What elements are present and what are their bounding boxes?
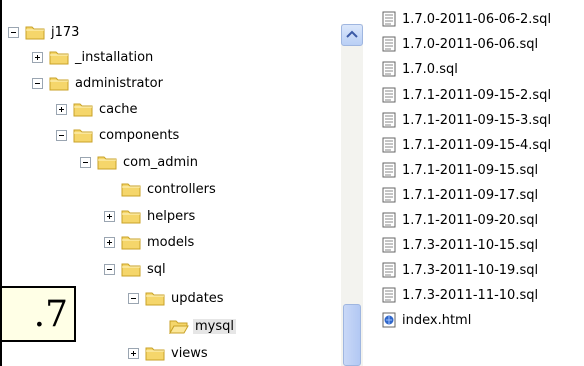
tree-item-label: com_admin: [123, 154, 198, 170]
file-name: 1.7.3-2011-11-10.sql: [402, 287, 539, 303]
list-item[interactable]: 1.7.3-2011-11-10.sql: [382, 284, 538, 306]
tree-item-com-admin[interactable]: com_admin: [80, 150, 200, 174]
text-file-icon: [382, 36, 396, 52]
folder-icon: [121, 183, 141, 197]
collapse-icon[interactable]: [56, 129, 67, 141]
expand-icon[interactable]: [32, 51, 43, 63]
tree-item-cache[interactable]: cache: [56, 97, 140, 121]
tree-item-views[interactable]: views: [128, 341, 210, 365]
text-file-icon: [382, 287, 396, 303]
folder-icon: [145, 292, 165, 306]
tree-item-controllers[interactable]: controllers: [104, 177, 218, 201]
list-item[interactable]: 1.7.0-2011-06-06.sql: [382, 33, 538, 55]
file-name: index.html: [402, 312, 472, 328]
tree-item-updates[interactable]: updates: [128, 286, 226, 310]
chevron-up-icon: [346, 30, 358, 38]
list-item[interactable]: 1.7.3-2011-10-15.sql: [382, 234, 538, 256]
expand-icon[interactable]: [128, 347, 139, 359]
file-name: 1.7.1-2011-09-15-2.sql: [402, 87, 552, 103]
tree-item-label: sql: [147, 261, 166, 277]
tree-item-label: controllers: [147, 181, 216, 197]
folder-icon: [49, 77, 69, 91]
tree-item-installation[interactable]: _installation: [32, 45, 155, 69]
folder-icon: [145, 347, 165, 361]
list-item[interactable]: 1.7.1-2011-09-20.sql: [382, 209, 538, 231]
text-file-icon: [382, 162, 396, 178]
tree-item-helpers[interactable]: helpers: [104, 204, 197, 228]
file-list: 1.7.0-2011-06-06-2.sql 1.7.0-2011-06-06.…: [364, 0, 584, 366]
version-text: .7: [33, 293, 68, 335]
collapse-icon[interactable]: [128, 292, 139, 304]
file-name: 1.7.0.sql: [402, 61, 458, 77]
text-file-icon: [382, 212, 396, 228]
tree-item-label: helpers: [147, 208, 196, 224]
list-item[interactable]: 1.7.1-2011-09-15.sql: [382, 159, 538, 181]
file-name: 1.7.1-2011-09-20.sql: [402, 212, 539, 228]
open-folder-icon: [169, 320, 189, 334]
text-file-icon: [382, 262, 396, 278]
tree-item-components[interactable]: components: [56, 123, 181, 147]
list-item[interactable]: 1.7.1-2011-09-15-2.sql: [382, 84, 551, 106]
folder-icon: [121, 263, 141, 277]
tree-item-j173[interactable]: j173: [8, 20, 81, 44]
tree-item-administrator[interactable]: administrator: [32, 71, 165, 95]
folder-icon: [97, 156, 117, 170]
file-name: 1.7.0-2011-06-06-2.sql: [402, 11, 552, 27]
list-item[interactable]: 1.7.1-2011-09-15-3.sql: [382, 109, 551, 131]
list-item[interactable]: 1.7.1-2011-09-15-4.sql: [382, 134, 551, 156]
collapse-icon[interactable]: [8, 26, 19, 38]
version-label: .7: [0, 286, 76, 342]
expand-icon[interactable]: [104, 210, 115, 222]
tree-item-label: models: [147, 234, 195, 250]
folder-icon: [73, 129, 93, 143]
file-name: 1.7.1-2011-09-17.sql: [402, 187, 539, 203]
folder-icon: [121, 210, 141, 224]
list-item[interactable]: 1.7.1-2011-09-17.sql: [382, 184, 538, 206]
folder-icon: [73, 103, 93, 117]
scroll-up-button[interactable]: [341, 24, 363, 46]
collapse-icon[interactable]: [32, 77, 43, 89]
list-item[interactable]: 1.7.0.sql: [382, 58, 458, 80]
html-file-icon: [382, 312, 396, 328]
collapse-icon[interactable]: [80, 156, 91, 168]
scroll-thumb[interactable]: [343, 304, 361, 366]
folder-icon: [49, 51, 69, 65]
file-name: 1.7.0-2011-06-06.sql: [402, 36, 539, 52]
text-file-icon: [382, 112, 396, 128]
tree-item-label: updates: [171, 290, 224, 306]
collapse-icon[interactable]: [104, 263, 115, 275]
tree-item-label: views: [171, 345, 208, 361]
file-name: 1.7.1-2011-09-15-3.sql: [402, 112, 552, 128]
list-item[interactable]: 1.7.0-2011-06-06-2.sql: [382, 8, 551, 30]
text-file-icon: [382, 87, 396, 103]
tree-item-label: administrator: [75, 75, 163, 91]
file-name: 1.7.1-2011-09-15-4.sql: [402, 137, 552, 153]
text-file-icon: [382, 11, 396, 27]
text-file-icon: [382, 137, 396, 153]
tree-item-models[interactable]: models: [104, 230, 196, 254]
list-item[interactable]: 1.7.3-2011-10-19.sql: [382, 259, 538, 281]
tree-item-label: j173: [51, 24, 80, 40]
text-file-icon: [382, 187, 396, 203]
tree-item-label: cache: [99, 101, 138, 117]
tree-item-label: _installation: [75, 49, 154, 65]
expand-icon[interactable]: [104, 236, 115, 248]
folder-icon: [25, 26, 45, 40]
tree-item-sql[interactable]: sql: [104, 257, 168, 281]
tree-item-mysql[interactable]: mysql: [152, 314, 236, 338]
text-file-icon: [382, 61, 396, 77]
file-name: 1.7.3-2011-10-19.sql: [402, 262, 539, 278]
file-name: 1.7.1-2011-09-15.sql: [402, 162, 539, 178]
file-name: 1.7.3-2011-10-15.sql: [402, 237, 539, 253]
tree-item-label: mysql: [193, 318, 236, 334]
expand-icon[interactable]: [56, 103, 67, 115]
list-item[interactable]: index.html: [382, 309, 471, 331]
folder-icon: [121, 236, 141, 250]
tree-item-label: components: [99, 127, 180, 143]
text-file-icon: [382, 237, 396, 253]
